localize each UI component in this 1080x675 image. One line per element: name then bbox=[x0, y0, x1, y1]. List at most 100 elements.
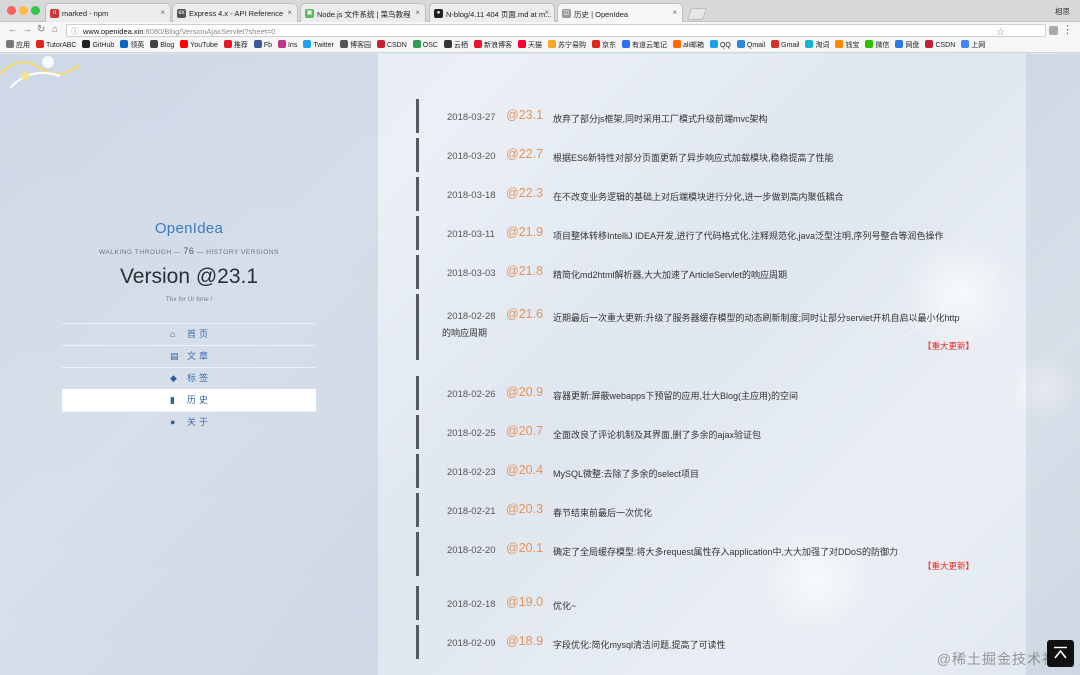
major-update-badge: 【重大更新】 bbox=[922, 561, 974, 571]
sidebar-item-label: 关于 bbox=[187, 417, 212, 427]
browser-tab[interactable]: ● N-blog/4.11 404 页面.md at m... × bbox=[429, 3, 555, 22]
close-tab-icon[interactable]: × bbox=[544, 8, 549, 17]
arrow-up-icon bbox=[1054, 646, 1067, 659]
bookmark-item[interactable]: Qmail bbox=[736, 39, 765, 52]
bookmark-item[interactable]: 苏宁易购 bbox=[547, 39, 586, 52]
minimize-window-button[interactable] bbox=[19, 6, 28, 15]
back-to-top-button[interactable] bbox=[1047, 640, 1074, 667]
bookmark-item[interactable]: CSDN bbox=[376, 39, 407, 52]
forward-icon[interactable]: → bbox=[22, 24, 32, 36]
bookmark-item[interactable]: 应用 bbox=[6, 39, 30, 52]
sidebar-item-2[interactable]: ◆ 标签 bbox=[62, 367, 316, 389]
bookmark-item[interactable]: 京东 bbox=[591, 39, 616, 52]
bookmark-item[interactable]: CSDN bbox=[925, 39, 955, 52]
sidebar-item-1[interactable]: ▤ 文章 bbox=[62, 345, 316, 367]
bookmark-item[interactable]: Twitter bbox=[303, 39, 334, 52]
bookmark-label: 上网 bbox=[971, 42, 986, 49]
bookmark-item[interactable]: QQ bbox=[709, 39, 731, 52]
browser-tab[interactable]: ◫ 历史 | OpenIdea × bbox=[557, 3, 683, 22]
bookmark-item[interactable]: Blog bbox=[150, 39, 174, 52]
timeline-marker bbox=[416, 376, 419, 410]
bookmark-label: 新浪博客 bbox=[483, 42, 512, 49]
bookmark-item[interactable]: 钱宝 bbox=[835, 39, 859, 52]
extension-icon[interactable] bbox=[1049, 26, 1058, 35]
profile-name[interactable]: 相思 bbox=[1055, 6, 1070, 17]
bookmark-item[interactable]: Fb bbox=[253, 39, 272, 52]
page-viewport: OpenIdea WALKING THROUGH — 76 — HISTORY … bbox=[0, 54, 1080, 675]
bookmark-item[interactable]: 有道云笔记 bbox=[621, 39, 667, 52]
bookmark-item[interactable]: TutorABC bbox=[36, 39, 76, 52]
bookmark-item[interactable]: 天猫 bbox=[517, 39, 542, 52]
browser-tab[interactable]: ex Express 4.x - API Reference × bbox=[172, 3, 298, 22]
browser-tab[interactable]: ▣ Node.js 文件系统 | 菜鸟教程 × bbox=[300, 3, 426, 22]
timeline-marker bbox=[416, 493, 419, 527]
close-tab-icon[interactable]: × bbox=[672, 8, 677, 17]
book-icon: ▮ bbox=[170, 395, 175, 405]
bookmark-item[interactable]: 淘词 bbox=[805, 39, 829, 52]
entry-description: 放弃了部分js框架,同时采用工厂模式升级前端mvc架构 bbox=[553, 114, 768, 124]
entry-version: @18.9 bbox=[506, 634, 544, 648]
bookmark-label: ali邮箱 bbox=[682, 42, 704, 49]
browser-tab[interactable]: n marked - npm × bbox=[45, 3, 171, 22]
major-update-badge: 【重大更新】 bbox=[922, 341, 974, 351]
bookmark-item[interactable]: 推荐 bbox=[223, 39, 248, 52]
url-input[interactable]: ⓘ www.openidea.xin:8080/Blog/VersionAjax… bbox=[66, 24, 1046, 38]
timeline-entry: 2018-02-20 @20.1 确定了全局缓存模型:将大多request属性存入a… bbox=[416, 532, 1026, 576]
close-tab-icon[interactable]: × bbox=[415, 8, 420, 17]
maximize-window-button[interactable] bbox=[31, 6, 40, 15]
bookmark-item[interactable]: 网盘 bbox=[895, 39, 920, 52]
home-icon[interactable]: ⌂ bbox=[52, 24, 58, 36]
new-tab-button[interactable] bbox=[686, 8, 708, 20]
entry-description: MySQL微整:去除了多余的select项目 bbox=[553, 469, 700, 479]
bookmark-favicon-icon bbox=[591, 40, 600, 48]
timeline-marker bbox=[416, 586, 419, 620]
bookmark-item[interactable]: 云栖 bbox=[443, 39, 468, 52]
entry-date: 2018-02-20 bbox=[447, 545, 496, 556]
close-window-button[interactable] bbox=[7, 6, 16, 15]
bookmark-label: 应用 bbox=[16, 42, 30, 49]
bookmark-item[interactable]: ali邮箱 bbox=[672, 39, 704, 52]
bookmark-item[interactable]: OSC bbox=[412, 39, 438, 52]
bookmark-label: 网盘 bbox=[905, 42, 920, 49]
current-version: Version @23.1 bbox=[119, 265, 259, 288]
bookmark-item[interactable]: 上网 bbox=[961, 39, 986, 52]
bookmark-label: 天猫 bbox=[527, 42, 542, 49]
bookmark-item[interactable]: YouTube bbox=[180, 39, 218, 52]
close-tab-icon[interactable]: × bbox=[287, 8, 292, 17]
bookmark-label: 有道云笔记 bbox=[631, 42, 667, 49]
browser-menu-icon[interactable]: ⋮ bbox=[1062, 23, 1073, 36]
timeline-entry: 2018-03-11 @21.9 项目整体转移IntelliJ IDEA开发,进行了… bbox=[416, 216, 1026, 250]
bookmark-label: CSDN bbox=[386, 42, 407, 49]
bookmark-favicon-icon bbox=[180, 40, 189, 48]
close-tab-icon[interactable]: × bbox=[160, 8, 165, 17]
bookmark-item[interactable]: Ins bbox=[277, 39, 297, 52]
bookmark-item[interactable]: Gmail bbox=[771, 39, 799, 52]
bookmark-favicon-icon bbox=[150, 40, 159, 48]
timeline-entry: 2018-02-26 @20.9 容器更新:屏蔽webapps下预留的应用,壮大Bl… bbox=[416, 376, 1026, 410]
bookmark-favicon-icon bbox=[253, 40, 262, 48]
bookmark-star-icon[interactable]: ☆ bbox=[996, 27, 1005, 38]
entry-date: 2018-02-21 bbox=[447, 506, 496, 517]
bookmark-favicon-icon bbox=[443, 40, 452, 48]
bookmark-item[interactable]: GitHub bbox=[82, 39, 114, 52]
reload-icon[interactable]: ↻ bbox=[37, 24, 45, 36]
entry-description: 容器更新:屏蔽webapps下预留的应用,壮大Blog(主应用)的空间 bbox=[553, 391, 799, 401]
sidebar-item-label: 历史 bbox=[187, 395, 212, 405]
bookmark-item[interactable]: 领英 bbox=[120, 39, 144, 52]
bookmark-favicon-icon bbox=[547, 40, 556, 48]
entry-version: @23.1 bbox=[506, 108, 544, 122]
bookmark-label: Fb bbox=[263, 42, 272, 49]
bookmark-item[interactable]: 博客园 bbox=[339, 39, 371, 52]
sidebar-item-0[interactable]: ⌂ 首页 bbox=[62, 323, 316, 345]
tab-title: Express 4.x - API Reference bbox=[189, 9, 284, 18]
sidebar-item-4[interactable]: ● 关于 bbox=[62, 411, 316, 433]
bookmark-item[interactable]: 微信 bbox=[865, 39, 889, 52]
back-icon[interactable]: ← bbox=[8, 24, 18, 36]
site-info-icon[interactable]: ⓘ bbox=[71, 26, 79, 37]
site-name[interactable]: OpenIdea bbox=[0, 220, 378, 237]
bookmark-favicon-icon bbox=[865, 40, 874, 48]
timeline-marker bbox=[416, 454, 419, 488]
bookmark-item[interactable]: 新浪博客 bbox=[473, 39, 512, 52]
entry-description: 在不改变业务逻辑的基础上对后端模块进行分化,进一步做到高内聚低耦合 bbox=[553, 192, 844, 202]
sidebar-item-3[interactable]: ▮ 历史 bbox=[62, 389, 316, 411]
